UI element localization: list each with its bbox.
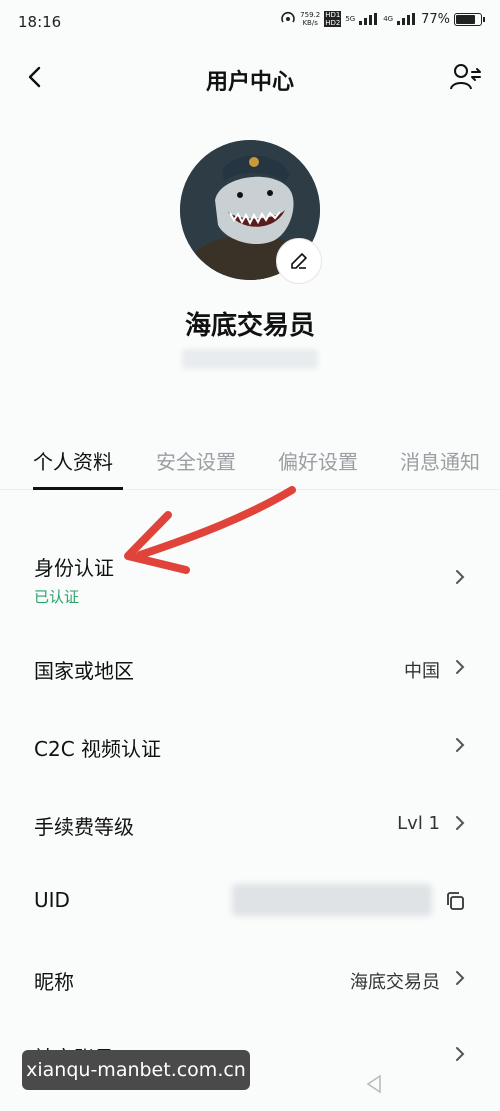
chevron-right-icon	[456, 816, 465, 830]
row-country-region[interactable]: 国家或地区 中国	[0, 633, 500, 703]
page-title: 用户中心	[205, 70, 294, 95]
tab-preference-settings[interactable]: 偏好设置	[278, 446, 358, 475]
nickname-value: 海底交易员	[350, 972, 440, 993]
net-5g-label: 5G	[345, 15, 356, 23]
row-uid: UID	[0, 866, 500, 936]
status-time: 18:16	[18, 13, 62, 31]
row-fee-level[interactable]: 手续费等级 Lvl 1	[0, 789, 500, 859]
copy-icon[interactable]	[444, 890, 466, 912]
profile-nickname: 海底交易员	[184, 311, 315, 341]
row-identity-verification[interactable]: 身份认证 已认证	[0, 540, 500, 620]
battery-icon	[454, 12, 485, 26]
battery-percent: 77%	[421, 11, 450, 27]
country-label: 国家或地区	[34, 659, 134, 683]
chevron-right-icon	[456, 570, 465, 584]
net-4g-label: 4G	[383, 15, 394, 23]
hotspot-icon	[281, 11, 295, 23]
row-nickname[interactable]: 昵称 海底交易员	[0, 944, 500, 1014]
signal-icon-2	[397, 13, 417, 25]
watermark-label: xianqu-manbet.com.cn	[22, 1050, 250, 1090]
tab-bar: 个人资料 安全设置 偏好设置 消息通知	[0, 440, 500, 490]
network-speed: 759.2 KB/s	[300, 11, 321, 27]
avatar-container	[180, 140, 322, 284]
switch-account-icon[interactable]	[450, 62, 482, 92]
chevron-right-icon	[456, 1047, 465, 1061]
redacted-account-info	[182, 349, 318, 369]
hd-badge: HD1 HD2	[324, 11, 342, 27]
tab-security-settings[interactable]: 安全设置	[156, 446, 236, 475]
edit-avatar-button[interactable]	[276, 238, 322, 284]
nickname-label: 昵称	[34, 970, 74, 994]
edit-pencil-icon	[291, 253, 307, 269]
status-icons: 759.2 KB/s HD1 HD2 5G 4G 77%	[280, 11, 485, 27]
active-tab-indicator	[33, 487, 123, 490]
c2c-video-label: C2C 视频认证	[34, 737, 162, 761]
chevron-right-icon	[456, 660, 465, 674]
fee-level-label: 手续费等级	[34, 815, 134, 839]
tab-personal-info[interactable]: 个人资料	[33, 446, 113, 475]
row-c2c-video-verification[interactable]: C2C 视频认证	[0, 711, 500, 781]
country-value: 中国	[404, 661, 440, 682]
tab-notifications[interactable]: 消息通知	[400, 446, 480, 475]
status-bar: 18:16 759.2 KB/s HD1 HD2 5G 4G 77%	[0, 0, 500, 44]
identity-label: 身份认证	[34, 556, 114, 580]
chevron-right-icon	[456, 971, 465, 985]
redacted-uid-value	[232, 884, 432, 916]
signal-icon	[359, 13, 379, 25]
nav-back-icon[interactable]	[362, 1072, 386, 1096]
fee-level-value: Lvl 1	[397, 813, 440, 834]
chevron-right-icon	[456, 738, 465, 752]
header: 用户中心	[0, 54, 500, 102]
identity-status: 已认证	[34, 588, 80, 606]
uid-label: UID	[34, 888, 70, 912]
